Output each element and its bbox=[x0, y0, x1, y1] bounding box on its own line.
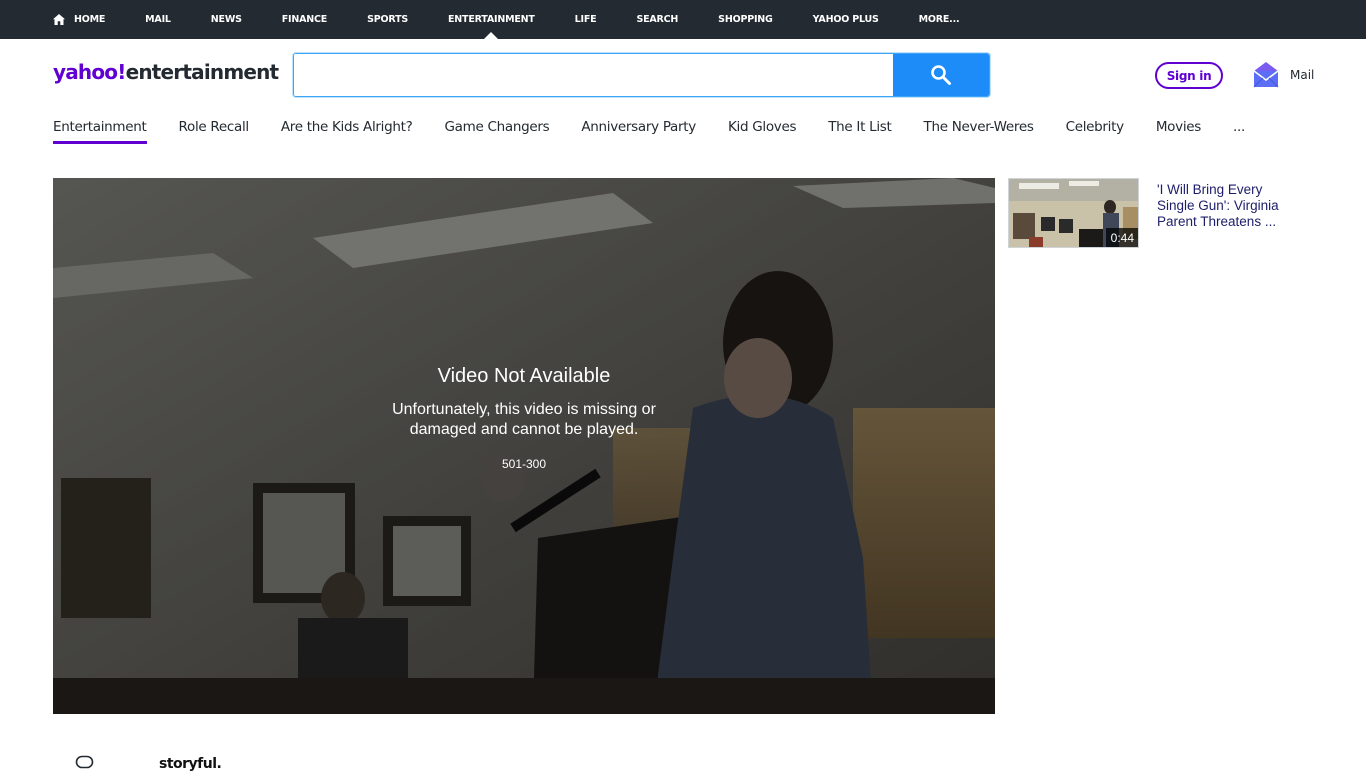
video-duration: 0:44 bbox=[1105, 228, 1138, 247]
topnav-home[interactable]: HOME bbox=[53, 0, 105, 39]
playlist-item-title[interactable]: 'I Will Bring Every Single Gun': Virgini… bbox=[1157, 182, 1287, 248]
video-error-message: Unfortunately, this video is missing or … bbox=[53, 400, 995, 440]
comment-icon[interactable] bbox=[75, 755, 95, 769]
topnav-more[interactable]: MORE... bbox=[919, 0, 960, 39]
topnav-finance[interactable]: FINANCE bbox=[282, 0, 328, 39]
subnav-the-never-weres[interactable]: The Never-Weres bbox=[924, 116, 1034, 144]
video-provider-logo: storyful. bbox=[159, 756, 222, 772]
subnav-anniversary-party[interactable]: Anniversary Party bbox=[581, 116, 696, 144]
subnav-celebrity[interactable]: Celebrity bbox=[1066, 116, 1125, 144]
video-error-line-2: damaged and cannot be played. bbox=[409, 421, 639, 438]
search-button[interactable] bbox=[893, 54, 989, 96]
home-icon bbox=[53, 14, 65, 25]
topnav-news[interactable]: NEWS bbox=[211, 0, 242, 39]
topnav-mail[interactable]: MAIL bbox=[145, 0, 171, 39]
subnav-role-recall[interactable]: Role Recall bbox=[179, 116, 250, 144]
topnav-entertainment[interactable]: ENTERTAINMENT bbox=[448, 0, 535, 39]
search-icon bbox=[931, 65, 951, 85]
topnav-sports[interactable]: SPORTS bbox=[367, 0, 408, 39]
topnav-search[interactable]: SEARCH bbox=[636, 0, 678, 39]
subnav-movies[interactable]: Movies bbox=[1156, 116, 1201, 144]
subnav-more-ellipsis[interactable]: ... bbox=[1233, 116, 1245, 144]
yahoo-entertainment-logo[interactable]: yahoo!entertainment bbox=[53, 60, 280, 84]
topnav-home-label: HOME bbox=[74, 14, 106, 25]
subnav-entertainment[interactable]: Entertainment bbox=[53, 116, 147, 144]
topnav-life[interactable]: LIFE bbox=[575, 0, 597, 39]
subnav-the-it-list[interactable]: The It List bbox=[828, 116, 892, 144]
subnav-kid-gloves[interactable]: Kid Gloves bbox=[728, 116, 797, 144]
section-subnav: Entertainment Role Recall Are the Kids A… bbox=[53, 116, 1277, 144]
sign-in-button[interactable]: Sign in bbox=[1155, 62, 1223, 89]
mail-link[interactable]: Mail bbox=[1253, 61, 1314, 88]
video-player[interactable]: Video Not Available Unfortunately, this … bbox=[53, 178, 995, 714]
video-error-line-1: Unfortunately, this video is missing or bbox=[392, 401, 656, 418]
top-navigation-bar: HOME MAIL NEWS FINANCE SPORTS ENTERTAINM… bbox=[0, 0, 1366, 39]
logo-brand: yahoo! bbox=[53, 60, 126, 84]
subnav-game-changers[interactable]: Game Changers bbox=[444, 116, 549, 144]
top-nav: HOME MAIL NEWS FINANCE SPORTS ENTERTAINM… bbox=[53, 0, 999, 39]
search-input[interactable] bbox=[294, 54, 893, 96]
search-bar bbox=[293, 53, 990, 97]
mail-envelope-icon bbox=[1253, 62, 1279, 88]
video-error-code: 501-300 bbox=[501, 457, 547, 471]
mail-label: Mail bbox=[1290, 67, 1315, 82]
playlist-thumbnail: 0:44 bbox=[1008, 178, 1139, 248]
playlist-item[interactable]: 0:44 'I Will Bring Every Single Gun': Vi… bbox=[1008, 178, 1308, 248]
subnav-are-the-kids-alright[interactable]: Are the Kids Alright? bbox=[281, 116, 413, 144]
topnav-yahoo-plus[interactable]: YAHOO PLUS bbox=[813, 0, 879, 39]
video-error-title: Video Not Available bbox=[437, 365, 611, 387]
logo-section: entertainment bbox=[125, 60, 280, 84]
video-dim-overlay bbox=[53, 178, 995, 714]
topnav-shopping[interactable]: SHOPPING bbox=[718, 0, 773, 39]
